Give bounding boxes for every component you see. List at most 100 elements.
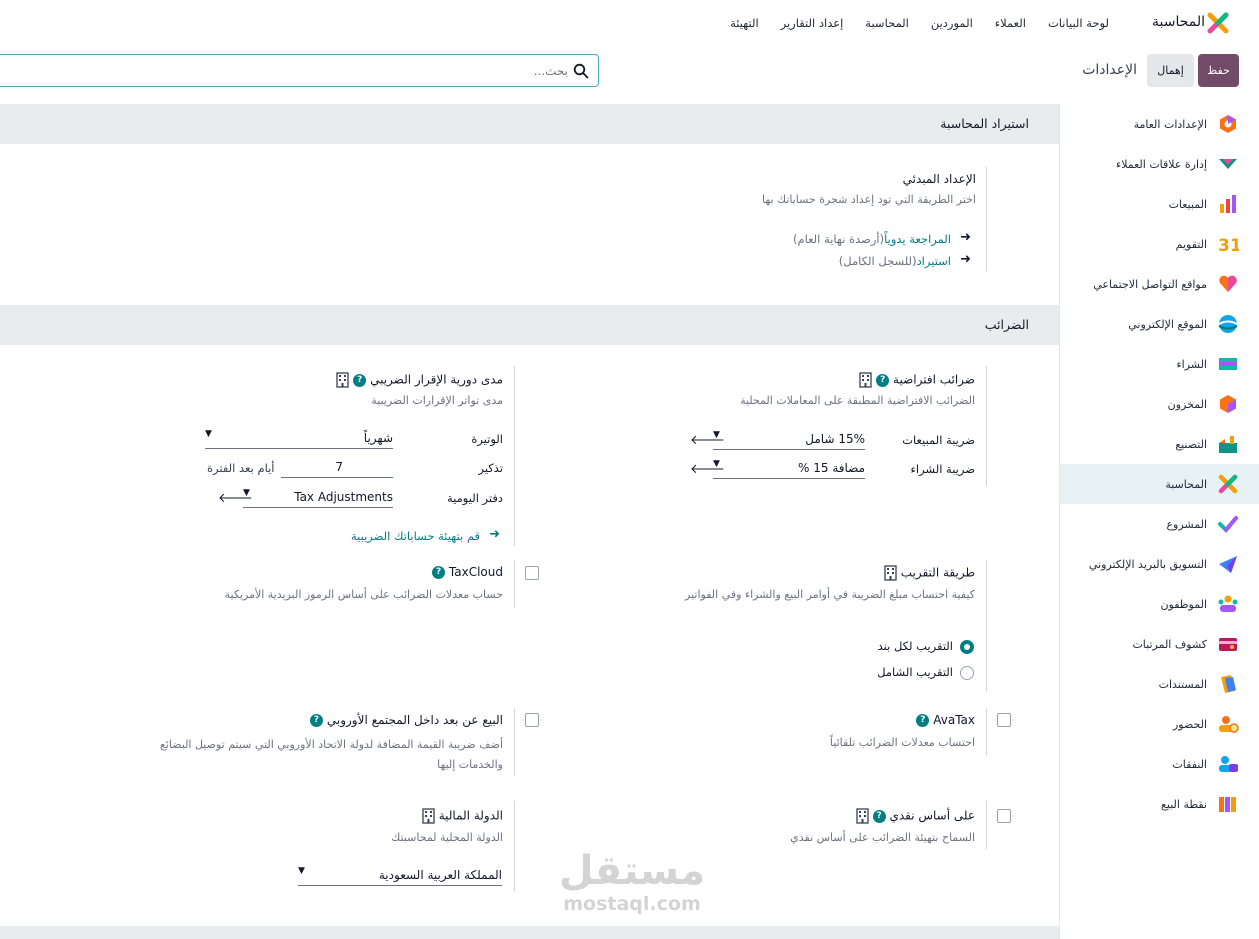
menu-vendors[interactable]: الموردين	[931, 16, 973, 30]
frequency-label: الوتيرة	[471, 432, 503, 446]
sidebar-item-documents[interactable]: المستندات	[1060, 664, 1259, 704]
sidebar-item-employees[interactable]: الموظفون	[1060, 584, 1259, 624]
sidebar-item-purchase[interactable]: الشراء	[1060, 344, 1259, 384]
sidebar-item-general-settings[interactable]: الإعدادات العامة	[1060, 104, 1259, 144]
menu-accounting[interactable]: المحاسبة	[865, 16, 909, 30]
save-button[interactable]: حفظ	[1198, 54, 1239, 87]
sidebar-item-label: الإعدادات العامة	[1133, 117, 1207, 131]
sidebar-item-inventory[interactable]: المخزون	[1060, 384, 1259, 424]
sidebar-item-label: الموظفون	[1160, 597, 1207, 611]
search-input[interactable]	[48, 61, 568, 81]
search-box[interactable]	[0, 54, 599, 87]
menu-configuration[interactable]: التهيئة	[730, 16, 759, 30]
sidebar-item-label: المخزون	[1167, 397, 1207, 411]
inventory-icon	[1220, 395, 1236, 413]
help-icon[interactable]: ?	[876, 373, 890, 387]
sidebar-item-sales[interactable]: المبيعات	[1060, 184, 1259, 224]
arrow-right-icon: ➜	[960, 230, 971, 245]
svg-text:31: 31	[1218, 236, 1239, 255]
top-navbar: المحاسبة لوحة البيانات العملاء الموردين …	[0, 0, 1259, 46]
sidebar-item-attendance[interactable]: الحضور	[1060, 704, 1259, 744]
cash-basis-checkbox[interactable]	[997, 809, 1011, 823]
round-per-line-label[interactable]: التقريب لكل بند	[878, 639, 953, 653]
menu-dashboard[interactable]: لوحة البيانات	[1048, 16, 1109, 30]
initial-setup-desc: اختر الطريقة التي تود إعداد شجرة حساباتك…	[762, 193, 976, 206]
sidebar-item-social[interactable]: مواقع التواصل الاجتماعي	[1060, 264, 1259, 304]
cash-basis-desc: السماح بتهيئة الضرائب على أساس نقدي	[790, 831, 975, 844]
sidebar-item-label: المبيعات	[1168, 197, 1207, 211]
app-name[interactable]: المحاسبة	[1152, 14, 1205, 30]
round-globally-radio[interactable]	[960, 666, 974, 680]
breadcrumb-title: الإعدادات	[1082, 62, 1137, 78]
general-settings-icon	[1220, 115, 1236, 133]
import-link[interactable]: استيراد(للسجل الكامل)	[839, 254, 951, 268]
manual-review-link[interactable]: المراجعة يدوياً(أرصدة نهاية العام)	[793, 232, 951, 246]
setting-divider	[514, 560, 515, 608]
setting-divider	[986, 801, 987, 849]
sidebar-item-expenses[interactable]: النفقات	[1060, 744, 1259, 784]
avatax-checkbox[interactable]	[997, 713, 1011, 727]
discard-button[interactable]: إهمال	[1147, 54, 1194, 87]
tax-periodicity-desc: مدى تواتر الإقرارات الضريبية	[371, 394, 503, 407]
reminder-days-input[interactable]: 7	[281, 458, 393, 478]
crm-icon	[1219, 159, 1237, 169]
documents-icon	[1221, 675, 1236, 693]
employees-icon	[1218, 595, 1238, 612]
help-icon[interactable]: ?	[432, 566, 446, 579]
setting-divider	[986, 366, 987, 486]
round-per-line-radio[interactable]	[960, 640, 974, 654]
sidebar-item-label: الموقع الإلكتروني	[1128, 317, 1207, 331]
menu-reporting[interactable]: إعداد التقارير	[781, 16, 844, 30]
help-icon[interactable]: ?	[310, 714, 324, 727]
section-title: الضرائب	[984, 317, 1029, 332]
journal-select[interactable]: Tax Adjustments ▼	[243, 488, 393, 508]
purchase-tax-select[interactable]: مضافة 15 % ▼	[713, 459, 865, 479]
reminder-suffix: أيام بعد الفترة	[207, 461, 275, 475]
configure-tax-accounts-link[interactable]: قم بتهيئة حساباتك الضريبية	[351, 529, 480, 543]
setting-divider	[514, 366, 515, 546]
setting-divider	[514, 801, 515, 891]
accounting-app-icon[interactable]	[1207, 12, 1229, 34]
frequency-select[interactable]: شهرياً ▼	[205, 429, 393, 449]
building-icon	[422, 808, 435, 824]
taxcloud-checkbox[interactable]	[525, 566, 539, 580]
arrow-left-icon[interactable]: 🡐	[690, 432, 725, 448]
accounting-icon	[1218, 474, 1238, 494]
arrow-left-icon[interactable]: 🡐	[690, 461, 725, 477]
section-accounting-import: استيراد المحاسبة	[0, 104, 1059, 144]
sidebar-item-project[interactable]: المشروع	[1060, 504, 1259, 544]
sidebar-item-website[interactable]: الموقع الإلكتروني	[1060, 304, 1259, 344]
purchase-tax-label: ضريبة الشراء	[910, 462, 975, 476]
sidebar-item-calendar[interactable]: 31 التقويم	[1060, 224, 1259, 264]
search-icon[interactable]	[573, 63, 589, 79]
taxcloud-title: TaxCloud ?	[432, 565, 503, 579]
sidebar-item-label: المستندات	[1158, 677, 1207, 691]
help-icon[interactable]: ?	[353, 373, 367, 387]
sidebar-item-label: المشروع	[1166, 517, 1207, 531]
next-section-header	[0, 926, 1059, 939]
main-menu: لوحة البيانات العملاء الموردين المحاسبة …	[730, 16, 1109, 30]
sales-tax-select[interactable]: 15% شامل ▼	[713, 430, 865, 450]
sidebar-item-accounting[interactable]: المحاسبة	[1060, 464, 1259, 504]
sidebar-item-manufacturing[interactable]: التصنيع	[1060, 424, 1259, 464]
help-icon[interactable]: ?	[872, 809, 886, 823]
sidebar-item-crm[interactable]: إدارة علاقات العملاء	[1060, 144, 1259, 184]
default-taxes-desc: الضرائب الافتراضية المطبقة على المعاملات…	[740, 394, 975, 407]
attendance-icon	[1219, 716, 1239, 733]
sidebar-item-email-marketing[interactable]: التسويق بالبريد الإلكتروني	[1060, 544, 1259, 584]
arrow-left-icon[interactable]: 🡐	[218, 490, 253, 506]
arrow-right-icon: ➜	[489, 527, 500, 542]
sidebar-item-label: التسويق بالبريد الإلكتروني	[1088, 557, 1207, 571]
chevron-down-icon: ▼	[205, 429, 212, 439]
journal-label: دفتر اليومية	[447, 491, 503, 505]
sidebar-item-pos[interactable]: نقطة البيع	[1060, 784, 1259, 824]
fiscal-country-select[interactable]: المملكة العربية السعودية ▼	[298, 866, 502, 886]
project-icon	[1218, 516, 1238, 533]
sidebar-item-payroll[interactable]: كشوف المرتبات	[1060, 624, 1259, 664]
round-globally-label[interactable]: التقريب الشامل	[877, 665, 953, 679]
help-icon[interactable]: ?	[916, 714, 930, 727]
sidebar-item-label: نقطة البيع	[1161, 797, 1207, 811]
eu-distance-selling-checkbox[interactable]	[525, 713, 539, 727]
setting-divider	[986, 708, 987, 756]
menu-customers[interactable]: العملاء	[995, 16, 1026, 30]
